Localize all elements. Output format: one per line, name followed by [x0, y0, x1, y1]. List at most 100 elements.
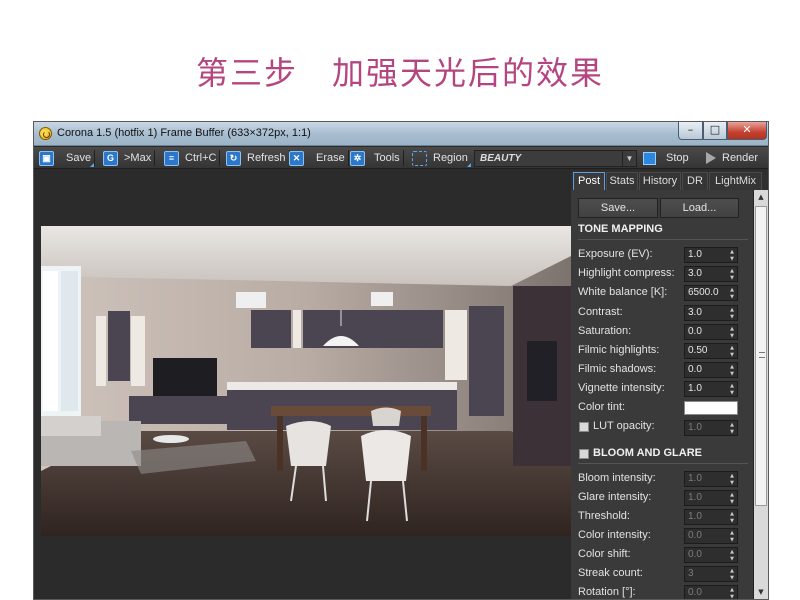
refresh-button[interactable]: ↻ Refresh: [226, 149, 290, 167]
erase-button[interactable]: ✕ Erase: [289, 149, 349, 167]
setting-label: Highlight compress:: [578, 267, 675, 280]
render-viewport[interactable]: [41, 170, 571, 599]
minimize-button[interactable]: –: [678, 122, 703, 140]
scroll-down-icon[interactable]: ▼: [754, 585, 768, 599]
setting-value: 1.0: [688, 511, 702, 522]
setting-label: Exposure (EV):: [578, 248, 653, 260]
render-pass-value: BEAUTY: [480, 153, 522, 164]
tab-history[interactable]: History: [639, 172, 681, 190]
load-settings-button[interactable]: Load...: [660, 198, 739, 218]
setting-label: Contrast:: [578, 305, 623, 318]
lut-opacity-spinner[interactable]: 1.0 ▲ ▼: [684, 420, 738, 436]
spin-up-icon[interactable]: ▲: [728, 473, 736, 479]
setting-value: 0.0: [688, 587, 702, 598]
render-pass-select[interactable]: BEAUTY ▼: [474, 150, 637, 167]
color-tint-swatch[interactable]: [684, 401, 738, 415]
render-button[interactable]: Render: [706, 149, 758, 167]
spin-up-icon[interactable]: ▲: [728, 345, 736, 351]
spin-down-icon[interactable]: ▼: [728, 275, 736, 281]
spin-up-icon[interactable]: ▲: [728, 549, 736, 555]
spin-up-icon[interactable]: ▲: [728, 530, 736, 536]
setting-spinner[interactable]: 3.0 ▲ ▼: [684, 266, 738, 283]
maximize-button[interactable]: □: [703, 122, 727, 140]
spin-up-icon[interactable]: ▲: [728, 587, 736, 593]
spin-down-icon[interactable]: ▼: [728, 294, 736, 300]
spin-up-icon[interactable]: ▲: [728, 268, 736, 274]
setting-value: 0.50: [688, 345, 708, 356]
lut-checkbox[interactable]: [579, 422, 589, 432]
spin-up-icon[interactable]: ▲: [728, 492, 736, 498]
setting-spinner[interactable]: 1.0 ▲ ▼: [684, 471, 738, 487]
spin-down-icon[interactable]: ▼: [728, 371, 736, 377]
setting-label: Filmic shadows:: [578, 363, 657, 376]
erase-x-icon: ✕: [289, 150, 304, 166]
setting-spinner[interactable]: 6500.0 ▲ ▼: [684, 285, 738, 302]
spin-down-icon[interactable]: ▼: [728, 314, 736, 320]
spin-down-icon[interactable]: ▼: [728, 594, 736, 599]
tab-lightmix[interactable]: LightMix: [709, 172, 762, 190]
setting-spinner[interactable]: 0.0 ▲ ▼: [684, 323, 738, 340]
copy-button[interactable]: ≡ Ctrl+C: [164, 149, 221, 167]
stop-icon: [643, 151, 656, 165]
spin-down-icon[interactable]: ▼: [728, 556, 736, 562]
spin-down-icon[interactable]: ▼: [728, 256, 736, 262]
save-button[interactable]: ▣ Save: [39, 149, 96, 167]
spin-down-icon[interactable]: ▼: [728, 518, 736, 524]
setting-value: 0.0: [688, 364, 702, 376]
tab-dr[interactable]: DR: [682, 172, 708, 190]
setting-value: 3.0: [688, 306, 702, 318]
close-button[interactable]: ✕: [727, 122, 767, 140]
spin-down-icon[interactable]: ▼: [728, 575, 736, 581]
tools-label: Tools: [374, 152, 400, 164]
spin-up-icon[interactable]: ▲: [728, 287, 736, 293]
setting-spinner[interactable]: 1.0 ▲ ▼: [684, 381, 738, 398]
max-button[interactable]: G >Max: [103, 149, 156, 167]
setting-spinner[interactable]: 3.0 ▲ ▼: [684, 304, 738, 321]
setting-value: 0.0: [688, 530, 702, 541]
spin-down-icon[interactable]: ▼: [728, 499, 736, 505]
tab-stats[interactable]: Stats: [606, 172, 638, 190]
chevron-down-icon: ▼: [622, 151, 636, 166]
setting-spinner[interactable]: 1.0 ▲ ▼: [684, 247, 738, 263]
title-bar[interactable]: Corona 1.5 (hotfix 1) Frame Buffer (633×…: [34, 122, 768, 146]
stop-button[interactable]: Stop: [643, 149, 689, 167]
setting-value: 1.0: [688, 492, 702, 503]
spin-down-icon[interactable]: ▼: [728, 537, 736, 543]
spin-up-icon[interactable]: ▲: [728, 383, 736, 389]
spin-down-icon[interactable]: ▼: [728, 429, 736, 435]
spin-up-icon[interactable]: ▲: [728, 511, 736, 517]
spin-up-icon[interactable]: ▲: [728, 568, 736, 574]
region-button[interactable]: Region: [412, 149, 471, 167]
spin-up-icon[interactable]: ▲: [728, 364, 736, 370]
setting-spinner[interactable]: 1.0 ▲ ▼: [684, 490, 738, 506]
spin-down-icon[interactable]: ▼: [728, 390, 736, 396]
spin-down-icon[interactable]: ▼: [728, 352, 736, 358]
setting-label: Filmic highlights:: [578, 344, 660, 356]
setting-spinner[interactable]: 0.0 ▲ ▼: [684, 547, 738, 563]
save-settings-button[interactable]: Save...: [578, 198, 658, 218]
panel-tabs: Post Stats History DR LightMix: [571, 170, 768, 190]
region-select-icon: [412, 150, 427, 166]
spin-up-icon[interactable]: ▲: [728, 307, 736, 313]
spin-up-icon[interactable]: ▲: [728, 249, 736, 255]
setting-spinner[interactable]: 3 ▲ ▼: [684, 566, 738, 582]
region-label: Region: [433, 152, 468, 164]
scroll-up-icon[interactable]: ▲: [754, 190, 768, 205]
spin-up-icon[interactable]: ▲: [728, 422, 736, 428]
bloom-glare-checkbox[interactable]: [579, 449, 589, 459]
tab-post[interactable]: Post: [573, 172, 605, 190]
max-icon: G: [103, 150, 118, 166]
panel-scrollbar[interactable]: ▲ ▼: [753, 190, 768, 599]
setting-spinner[interactable]: 0.50 ▲ ▼: [684, 343, 738, 359]
spin-down-icon[interactable]: ▼: [728, 333, 736, 339]
scroll-thumb[interactable]: [755, 206, 767, 506]
setting-spinner[interactable]: 0.0 ▲ ▼: [684, 362, 738, 379]
spin-up-icon[interactable]: ▲: [728, 326, 736, 332]
setting-spinner[interactable]: 0.0 ▲ ▼: [684, 528, 738, 544]
tools-button[interactable]: ✲ Tools: [350, 149, 404, 167]
setting-spinner[interactable]: 0.0 ▲ ▼: [684, 585, 738, 599]
setting-spinner[interactable]: 1.0 ▲ ▼: [684, 509, 738, 525]
stop-label: Stop: [666, 152, 689, 164]
setting-label: Streak count:: [578, 567, 643, 579]
spin-down-icon[interactable]: ▼: [728, 480, 736, 486]
